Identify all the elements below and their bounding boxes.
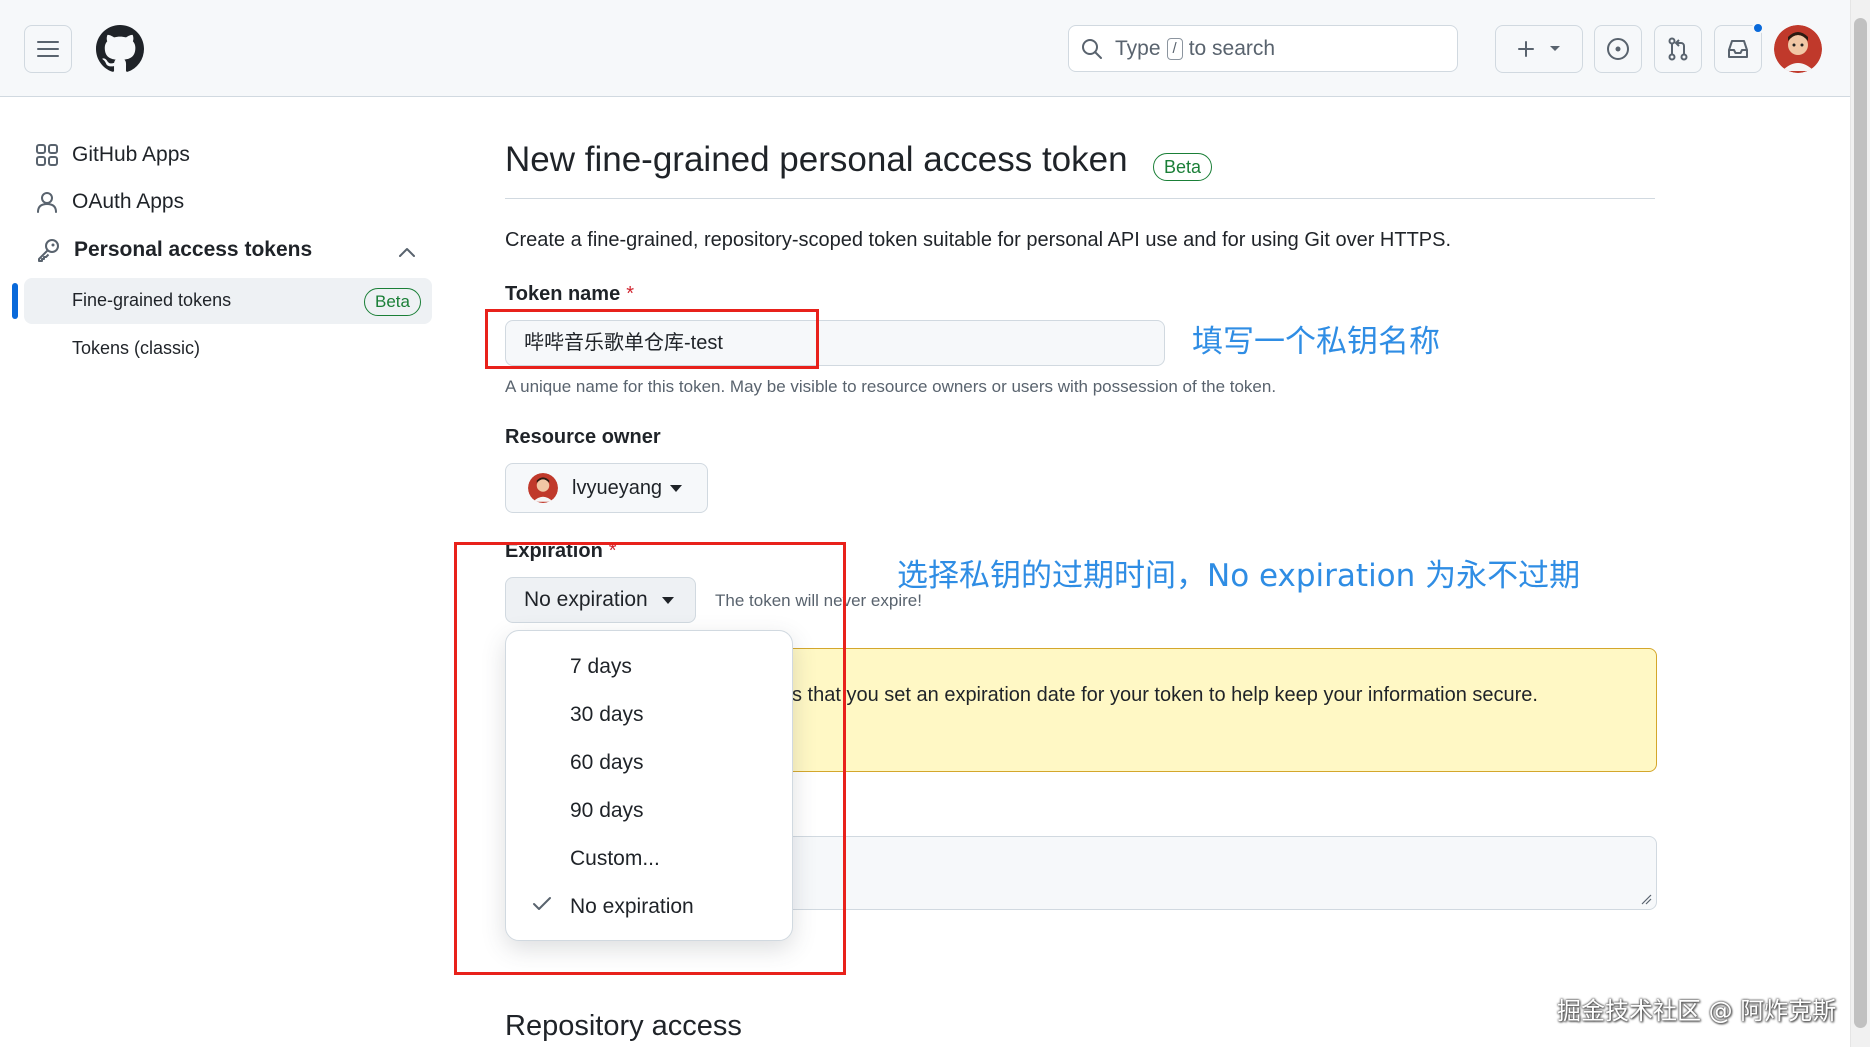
sidebar-item-github-apps[interactable]: GitHub Apps xyxy=(36,143,190,167)
search-suffix: to search xyxy=(1188,36,1276,60)
key-icon xyxy=(38,239,59,262)
github-logo-icon[interactable] xyxy=(96,25,144,73)
search-input[interactable]: Type / to search xyxy=(1068,25,1458,72)
repository-access-heading: Repository access xyxy=(505,1010,742,1042)
inbox-icon xyxy=(1728,40,1748,58)
resource-owner-select[interactable]: lvyueyang xyxy=(505,463,708,513)
title-beta-badge: Beta xyxy=(1153,153,1213,181)
person-icon xyxy=(37,192,57,213)
resize-grip-icon[interactable] xyxy=(1640,893,1652,905)
hamburger-icon xyxy=(37,41,59,57)
git-pull-request-icon xyxy=(1668,37,1688,61)
plus-icon xyxy=(1518,41,1534,57)
search-prefix: Type xyxy=(1115,36,1161,60)
annotation-box-expiration xyxy=(454,542,846,975)
sidebar-subitem-tokens-classic[interactable]: Tokens (classic) xyxy=(72,338,200,359)
create-new-button[interactable] xyxy=(1495,25,1583,73)
caret-down-icon xyxy=(1550,46,1560,51)
sidebar-item-label: Personal access tokens xyxy=(74,238,313,261)
page-scrollbar[interactable] xyxy=(1850,0,1870,1047)
pull-requests-button[interactable] xyxy=(1654,25,1702,73)
resource-owner-label: Resource owner xyxy=(505,426,661,448)
search-icon xyxy=(1082,38,1102,59)
issues-button[interactable] xyxy=(1594,25,1642,73)
watermark: 掘金技术社区 @ 阿炸克斯 xyxy=(1557,997,1837,1025)
caret-down-icon xyxy=(670,484,683,492)
sidebar-item-oauth-apps[interactable]: OAuth Apps xyxy=(36,190,184,214)
scrollbar-thumb[interactable] xyxy=(1854,18,1867,1028)
token-name-label-text: Token name xyxy=(505,283,621,305)
sidebar-item-label: GitHub Apps xyxy=(72,143,190,166)
user-avatar[interactable] xyxy=(1774,25,1822,73)
token-name-label: Token name * xyxy=(505,283,634,306)
required-asterisk: * xyxy=(626,283,635,305)
title-divider xyxy=(505,198,1655,199)
apps-grid-icon xyxy=(36,144,58,166)
annotation-note-token-name: 填写一个私钥名称 xyxy=(1192,324,1440,360)
chevron-up-icon[interactable] xyxy=(398,246,416,258)
annotation-note-expiration: 选择私钥的过期时间，No expiration 为永不过期 xyxy=(897,558,1581,594)
annotation-box-token-name xyxy=(485,309,819,369)
owner-avatar xyxy=(528,473,558,503)
sidebar-item-personal-access-tokens[interactable]: Personal access tokens xyxy=(36,238,312,262)
resource-owner-value: lvyueyang xyxy=(572,476,663,499)
notification-dot xyxy=(1752,22,1764,34)
search-shortcut-key: / xyxy=(1166,37,1183,60)
hamburger-menu-button[interactable] xyxy=(24,25,72,73)
beta-badge: Beta xyxy=(364,288,421,316)
sidebar-item-label: OAuth Apps xyxy=(72,190,185,213)
token-name-hint: A unique name for this token. May be vis… xyxy=(505,377,1277,396)
page-title: New fine-grained personal access token xyxy=(505,140,1128,179)
expiration-warning-text: s that you set an expiration date for yo… xyxy=(792,684,1538,706)
global-header: Type / to search xyxy=(0,0,1850,97)
page-description: Create a fine-grained, repository-scoped… xyxy=(505,229,1452,251)
active-indicator xyxy=(12,283,18,319)
sidebar-subitem-fine-grained-tokens[interactable]: Fine-grained tokens xyxy=(72,290,231,311)
issue-opened-icon xyxy=(1607,38,1629,60)
